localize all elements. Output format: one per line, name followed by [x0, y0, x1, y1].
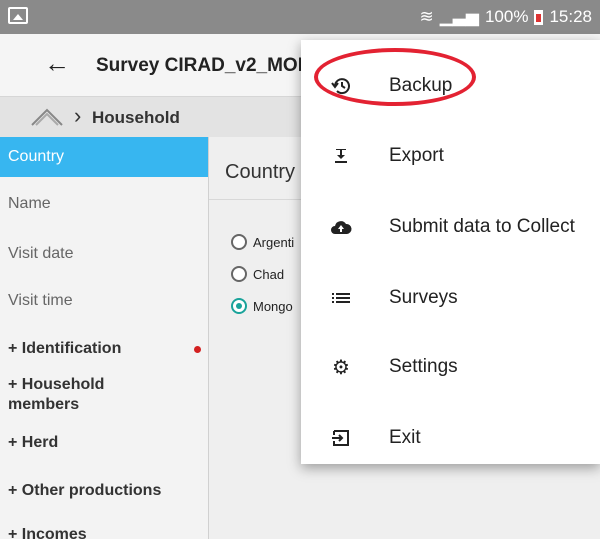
radio-option-argentina[interactable]: Argenti — [231, 234, 294, 250]
sidebar-item-visit-time[interactable]: Visit time — [0, 292, 208, 310]
menu-item-settings[interactable]: ⚙ Settings — [301, 337, 600, 397]
sidebar-item-country[interactable]: Country — [0, 137, 208, 177]
menu-item-submit[interactable]: Submit data to Collect — [301, 197, 600, 257]
sidebar-item-name[interactable]: Name — [0, 195, 208, 213]
back-arrow-icon[interactable]: ← — [44, 48, 70, 79]
sidebar-item-herd[interactable]: + Herd — [0, 434, 208, 452]
battery-icon — [534, 9, 544, 25]
home-icon[interactable] — [30, 107, 64, 132]
survey-title: Survey CIRAD_v2_MON — [96, 55, 312, 76]
wifi-icon: ≋ — [419, 7, 434, 26]
sidebar-item-visit-date[interactable]: Visit date — [0, 245, 208, 263]
list-icon — [329, 286, 353, 310]
menu-label: Exit — [389, 427, 421, 448]
menu-label: Settings — [389, 356, 458, 377]
radio-option-mongolia[interactable]: Mongo — [231, 298, 293, 314]
menu-label: Export — [389, 145, 444, 166]
menu-label: Submit data to Collect — [389, 216, 575, 237]
sidebar-item-identification[interactable]: + Identification — [0, 340, 208, 358]
gear-icon: ⚙ — [332, 356, 350, 379]
sidebar: Country Name Visit date Visit time + Ide… — [0, 137, 209, 539]
clock: 15:28 — [549, 7, 592, 26]
exit-icon — [329, 426, 353, 450]
breadcrumb-household[interactable]: Household — [92, 108, 180, 128]
sidebar-item-household-members[interactable]: + Household members — [0, 375, 170, 415]
cloud-upload-icon — [329, 215, 353, 239]
option-label: Argenti — [253, 234, 295, 250]
radio-option-chad[interactable]: Chad — [231, 266, 284, 282]
sidebar-item-other-productions[interactable]: + Other productions — [0, 482, 208, 500]
option-label: Chad — [253, 266, 285, 282]
radio-circle[interactable] — [231, 266, 247, 282]
menu-label: Surveys — [389, 287, 458, 308]
menu-item-exit[interactable]: Exit — [301, 408, 600, 468]
download-icon — [329, 144, 353, 168]
overflow-menu: Backup Export Submit data to Collect Sur… — [301, 40, 600, 464]
sidebar-item-incomes[interactable]: + Incomes — [0, 526, 208, 539]
radio-circle-selected[interactable] — [231, 298, 247, 314]
chevron-right-icon: › — [74, 103, 82, 128]
image-notification-icon — [8, 7, 28, 24]
menu-item-export[interactable]: Export — [301, 126, 600, 186]
status-right: ≋ ▁▃▅ 100% 15:28 — [419, 7, 592, 27]
question-title: Country — [225, 161, 296, 183]
menu-item-surveys[interactable]: Surveys — [301, 268, 600, 328]
error-dot — [194, 346, 201, 353]
signal-icon: ▁▃▅ — [439, 7, 479, 26]
status-bar: ≋ ▁▃▅ 100% 15:28 — [0, 0, 600, 34]
option-label: Mongo — [253, 298, 293, 314]
radio-circle[interactable] — [231, 234, 247, 250]
battery-percent: 100% — [484, 7, 529, 26]
annotation-ellipse — [314, 48, 476, 106]
